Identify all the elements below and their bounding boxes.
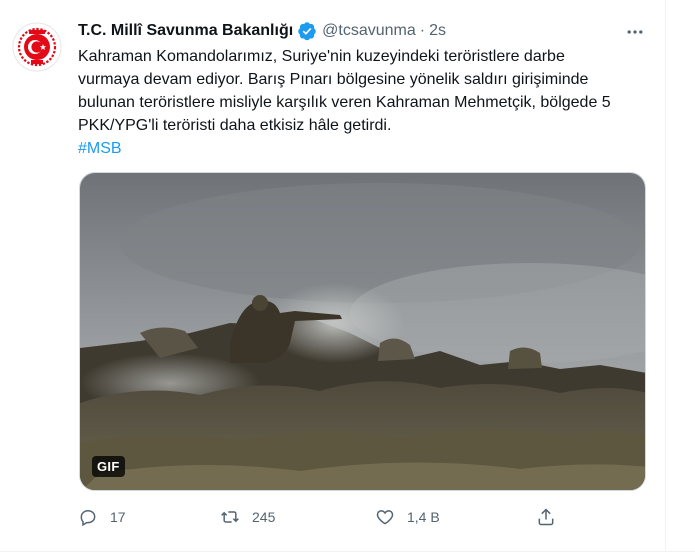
retweet-icon	[221, 511, 239, 523]
tweet-card[interactable]: T.C. Millî Savunma Bakanlığı @tcsavunma …	[0, 0, 666, 552]
gif-media[interactable]: GIF	[79, 172, 646, 491]
separator: ·	[419, 22, 426, 39]
tweet-header: T.C. Millî Savunma Bakanlığı @tcsavunma …	[78, 20, 446, 42]
retweet-count: 245	[252, 509, 276, 525]
divider	[0, 551, 695, 552]
display-name[interactable]: T.C. Millî Savunma Bakanlığı	[78, 22, 293, 40]
more-options-button[interactable]	[622, 21, 648, 43]
ministry-emblem-icon	[12, 22, 62, 72]
gif-badge: GIF	[92, 456, 125, 477]
avatar[interactable]	[12, 22, 62, 72]
timestamp[interactable]: 2s	[429, 22, 446, 40]
reply-button[interactable]: 17	[78, 504, 126, 530]
tweet-text-line: Kahraman Komandolarımız, Suriye'nin kuze…	[78, 48, 565, 65]
hashtag-link[interactable]: #MSB	[78, 137, 658, 160]
retweet-button[interactable]: 245	[220, 504, 275, 530]
share-icon	[538, 508, 554, 526]
more-horizontal-icon	[627, 30, 643, 34]
like-count: 1,4 B	[407, 509, 440, 525]
reply-count: 17	[110, 509, 126, 525]
verified-badge-icon	[297, 21, 317, 41]
heart-icon	[376, 510, 394, 525]
like-button[interactable]: 1,4 B	[375, 504, 440, 530]
reply-icon	[80, 509, 96, 527]
tweet-text-line: vurmaya devam ediyor. Barış Pınarı bölge…	[78, 71, 589, 88]
share-button[interactable]	[536, 504, 556, 530]
tweet-text-line: PKK/YPG'li teröristi daha etkisiz hâle g…	[78, 117, 392, 134]
tweet-actions: 17 245 1,4 B	[78, 504, 558, 530]
tweet-text-line: bulunan teröristlere misliyle karşılık v…	[78, 94, 611, 111]
tweet-text: Kahraman Komandolarımız, Suriye'nin kuze…	[78, 45, 658, 160]
user-handle[interactable]: @tcsavunma	[322, 22, 416, 40]
gif-frame	[80, 173, 645, 490]
